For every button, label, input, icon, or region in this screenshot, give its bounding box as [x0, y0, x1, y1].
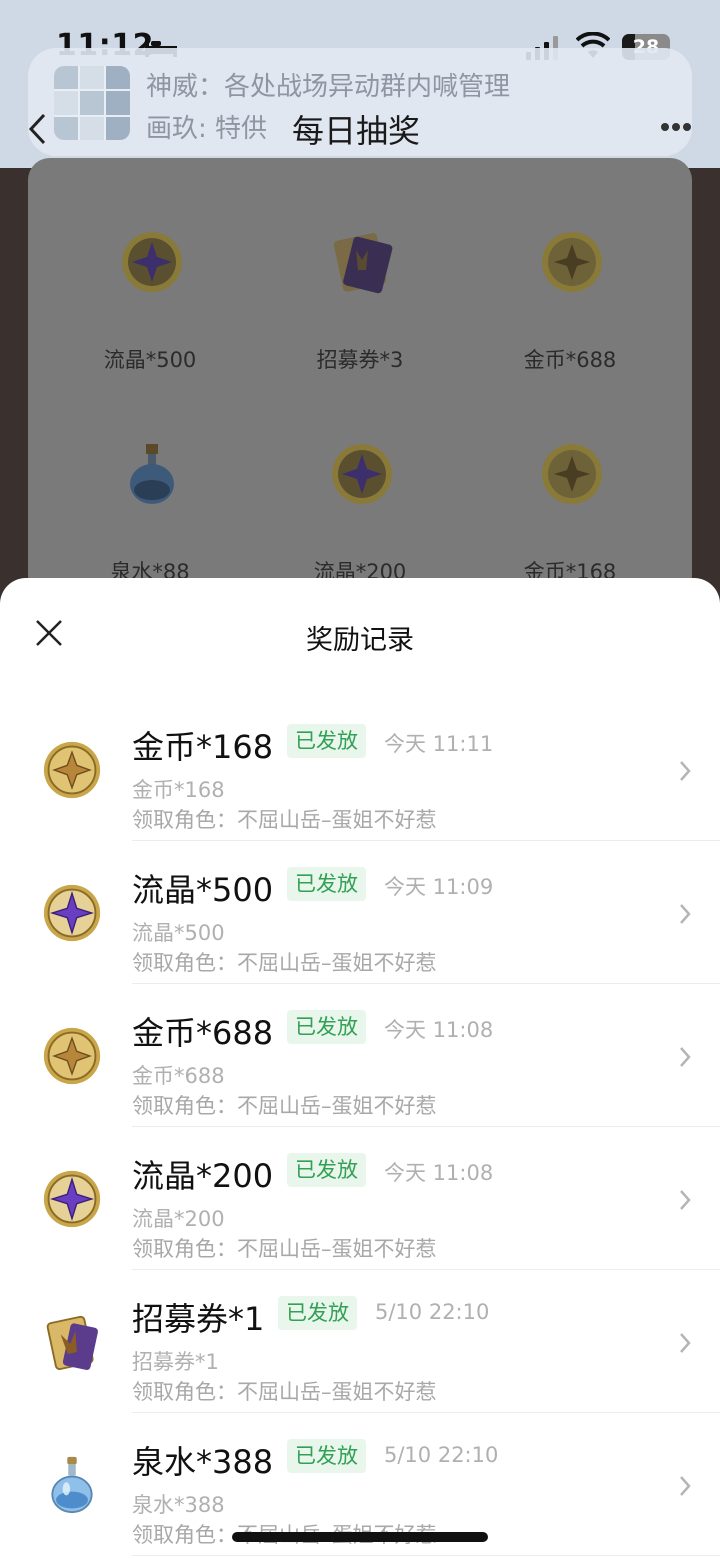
gold-coin-icon: [542, 444, 602, 504]
record-title: 流晶*200: [132, 1157, 274, 1195]
record-time: 今天 11:09: [384, 875, 494, 899]
home-indicator[interactable]: [232, 1532, 488, 1542]
record-subtitle: 招募券*1: [132, 1350, 219, 1374]
prize-item: 流晶*200: [250, 406, 470, 606]
reward-records-sheet: 奖励记录 金币*168 已发放 今天 11:11 金币*168 领取角色：不屈山岳–蛋姐…: [0, 578, 720, 1558]
more-options-icon[interactable]: [660, 122, 692, 132]
status-badge: 已发放: [287, 867, 366, 901]
sheet-title: 奖励记录: [306, 625, 414, 656]
potion-bottle-icon: [130, 444, 174, 504]
gold-coin-icon: [43, 1027, 101, 1085]
crystal-coin-icon: [332, 444, 392, 504]
prize-grid: 流晶*500 招募券*3 金币*688 泉水*88 流晶*200 金币*168: [28, 158, 692, 598]
status-badge: 已发放: [287, 1010, 366, 1044]
record-role: 领取角色：不屈山岳–蛋姐不好惹: [132, 808, 437, 832]
crystal-coin-icon: [43, 884, 101, 942]
record-title: 流晶*500: [132, 871, 274, 909]
prize-item: 金币*168: [460, 406, 680, 606]
chevron-right-icon: [680, 1333, 691, 1353]
top-bar: 11:12 28 神威：各处战场异动群内喊管理 画玖: 特供 每日抽奖: [0, 0, 720, 168]
reward-record-row[interactable]: 流晶*200 已发放 今天 11:08 流晶*200 领取角色：不屈山岳–蛋姐不好惹: [0, 1127, 720, 1270]
prize-item: 泉水*88: [40, 406, 260, 606]
record-time: 今天 11:08: [384, 1161, 494, 1185]
chevron-right-icon: [680, 761, 691, 781]
page-title: 每日抽奖: [292, 112, 421, 150]
chevron-right-icon: [680, 904, 691, 924]
record-subtitle: 流晶*500: [132, 921, 225, 945]
record-time: 5/10 22:10: [375, 1300, 490, 1324]
crystal-coin-icon: [122, 232, 182, 292]
status-badge: 已发放: [278, 1296, 357, 1330]
reward-record-row[interactable]: 流晶*500 已发放 今天 11:09 流晶*500 领取角色：不屈山岳–蛋姐不好惹: [0, 841, 720, 984]
back-chevron-icon[interactable]: [26, 112, 48, 146]
crystal-coin-icon: [43, 1170, 101, 1228]
chevron-right-icon: [680, 1190, 691, 1210]
notification-message: 神威：各处战场异动群内喊管理: [146, 72, 511, 102]
record-role: 领取角色：不屈山岳–蛋姐不好惹: [132, 1380, 437, 1404]
prize-item: 招募券*3: [250, 194, 470, 394]
record-subtitle: 泉水*388: [132, 1493, 225, 1517]
record-title: 泉水*388: [132, 1443, 274, 1481]
recruit-ticket-icon: [46, 1315, 98, 1371]
prize-label: 金币*688: [523, 348, 617, 372]
record-title: 金币*168: [132, 728, 274, 766]
prize-item: 金币*688: [460, 194, 680, 394]
record-subtitle: 金币*688: [132, 1064, 225, 1088]
status-badge: 已发放: [287, 1439, 366, 1473]
notification-sender: 画玖: 特供: [146, 114, 268, 144]
reward-record-row[interactable]: 金币*168 已发放 今天 11:11 金币*168 领取角色：不屈山岳–蛋姐不好惹: [0, 698, 720, 841]
record-title: 招募券*1: [132, 1300, 265, 1338]
group-avatar: [54, 66, 130, 140]
record-subtitle: 流晶*200: [132, 1207, 225, 1231]
prize-label: 招募券*3: [316, 348, 404, 372]
status-badge: 已发放: [287, 724, 366, 758]
prize-label: 流晶*500: [103, 348, 197, 372]
record-role: 领取角色：不屈山岳–蛋姐不好惹: [132, 1237, 437, 1261]
record-role: 领取角色：不屈山岳–蛋姐不好惹: [132, 1094, 437, 1118]
gold-coin-icon: [43, 741, 101, 799]
row-divider: [132, 1555, 720, 1556]
prize-item: 流晶*500: [40, 194, 260, 394]
record-time: 今天 11:11: [384, 732, 494, 756]
record-title: 金币*688: [132, 1014, 274, 1052]
record-subtitle: 金币*168: [132, 778, 225, 802]
gold-coin-icon: [542, 232, 602, 292]
recruit-ticket-icon: [333, 233, 393, 294]
status-badge: 已发放: [287, 1153, 366, 1187]
chevron-right-icon: [680, 1476, 691, 1496]
potion-bottle-icon: [51, 1456, 93, 1514]
chevron-right-icon: [680, 1047, 691, 1067]
reward-record-row[interactable]: 招募券*1 已发放 5/10 22:10 招募券*1 领取角色：不屈山岳–蛋姐不好惹: [0, 1270, 720, 1413]
record-time: 5/10 22:10: [384, 1443, 499, 1467]
record-role: 领取角色：不屈山岳–蛋姐不好惹: [132, 951, 437, 975]
record-time: 今天 11:08: [384, 1018, 494, 1042]
reward-record-row[interactable]: 金币*688 已发放 今天 11:08 金币*688 领取角色：不屈山岳–蛋姐不好惹: [0, 984, 720, 1127]
